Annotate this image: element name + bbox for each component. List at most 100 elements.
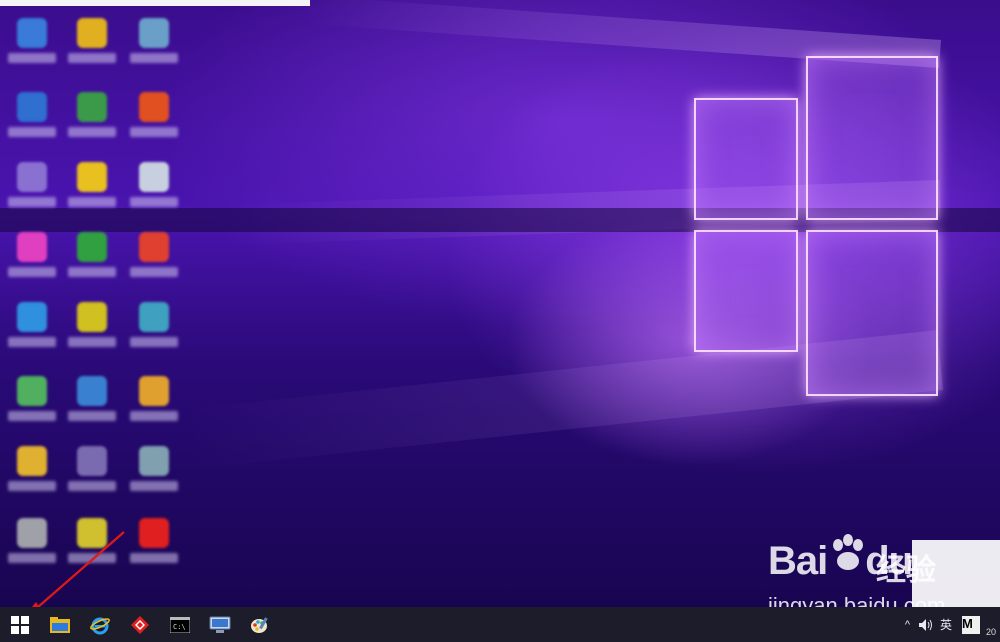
windows-start-icon [11, 615, 29, 634]
desktop-icon-9-label [130, 197, 178, 207]
desktop-icon-22-label [8, 553, 56, 563]
desktop-icon-10-glyph [17, 232, 47, 262]
system-tray: ^ 英 M 20 [905, 607, 1000, 642]
desktop-icon-3[interactable] [126, 14, 182, 80]
desktop-icon-20[interactable] [64, 442, 120, 508]
desktop-icon-1-glyph [17, 18, 47, 48]
paint-icon [251, 616, 268, 633]
desktop-icon-15-label [130, 337, 178, 347]
desktop-icon-15[interactable] [126, 298, 182, 364]
window-pane-bottom-right [806, 230, 938, 396]
desktop-icon-19-glyph [17, 446, 47, 476]
internet-explorer-button[interactable] [80, 607, 120, 642]
desktop-icon-14[interactable] [64, 298, 120, 364]
desktop-icon-18[interactable] [126, 372, 182, 438]
desktop-icon-7[interactable] [4, 158, 60, 224]
desktop-icon-18-label [130, 411, 178, 421]
desktop-icon-17-label [68, 411, 116, 421]
window-pane-bottom-left [694, 230, 798, 352]
desktop [0, 0, 1000, 607]
file-explorer-icon [50, 616, 70, 633]
desktop-icon-4-glyph [17, 92, 47, 122]
desktop-icon-4-label [8, 127, 56, 137]
desktop-icon-2[interactable] [64, 14, 120, 80]
desktop-icon-23-glyph [77, 518, 107, 548]
window-pane-top-right [806, 56, 938, 220]
desktop-icon-1[interactable] [4, 14, 60, 80]
desktop-icon-7-glyph [17, 162, 47, 192]
desktop-icon-9-glyph [139, 162, 169, 192]
desktop-icon-20-label [68, 481, 116, 491]
internet-explorer-icon [90, 617, 110, 634]
desktop-icon-23[interactable] [64, 514, 120, 580]
clock[interactable]: 20 [986, 627, 1000, 637]
desktop-icon-13[interactable] [4, 298, 60, 364]
paw-icon [833, 534, 863, 570]
desktop-icon-22[interactable] [4, 514, 60, 580]
desktop-icon-8[interactable] [64, 158, 120, 224]
desktop-icon-24-label [130, 553, 178, 563]
desktop-icon-12[interactable] [126, 228, 182, 294]
red-app-button[interactable] [120, 607, 160, 642]
desktop-icon-11-glyph [77, 232, 107, 262]
desktop-icon-20-glyph [77, 446, 107, 476]
desktop-icon-3-label [130, 53, 178, 63]
desktop-icon-14-glyph [77, 302, 107, 332]
desktop-icon-11-label [68, 267, 116, 277]
desktop-icon-21-glyph [139, 446, 169, 476]
desktop-icon-13-glyph [17, 302, 47, 332]
watermark-sub: 经验 [876, 554, 936, 587]
desktop-icon-6[interactable] [126, 88, 182, 154]
desktop-icon-14-label [68, 337, 116, 347]
desktop-icon-3-glyph [139, 18, 169, 48]
desktop-icon-5-glyph [77, 92, 107, 122]
window-pane-top-left [694, 98, 798, 220]
desktop-icon-16[interactable] [4, 372, 60, 438]
desktop-icon-11[interactable] [64, 228, 120, 294]
start-button[interactable] [0, 607, 40, 642]
input-method-indicator[interactable]: 英 [940, 616, 952, 633]
volume-icon[interactable] [918, 618, 934, 632]
desktop-icon-21[interactable] [126, 442, 182, 508]
command-prompt-button[interactable]: C:\ [160, 607, 200, 642]
desktop-icon-4[interactable] [4, 88, 60, 154]
desktop-icon-10[interactable] [4, 228, 60, 294]
desktop-icon-grid [0, 0, 200, 590]
desktop-icon-18-glyph [139, 376, 169, 406]
desktop-icon-6-label [130, 127, 178, 137]
desktop-icon-21-label [130, 481, 178, 491]
desktop-icon-10-label [8, 267, 56, 277]
desktop-icon-9[interactable] [126, 158, 182, 224]
desktop-icon-15-glyph [139, 302, 169, 332]
desktop-icon-6-glyph [139, 92, 169, 122]
desktop-icon-19[interactable] [4, 442, 60, 508]
taskbar: C:\ ^ 英 M 20 [0, 607, 1000, 642]
desktop-icon-16-glyph [17, 376, 47, 406]
network-icon [209, 616, 231, 633]
svg-text:C:\: C:\ [173, 623, 186, 631]
desktop-icon-8-label [68, 197, 116, 207]
network-button[interactable] [200, 607, 240, 642]
desktop-icon-19-label [8, 481, 56, 491]
file-explorer-button[interactable] [40, 607, 80, 642]
desktop-icon-2-label [68, 53, 116, 63]
desktop-icon-7-label [8, 197, 56, 207]
desktop-icon-17-glyph [77, 376, 107, 406]
desktop-icon-1-label [8, 53, 56, 63]
desktop-icon-2-glyph [77, 18, 107, 48]
desktop-icon-8-glyph [77, 162, 107, 192]
desktop-icon-23-label [68, 553, 116, 563]
desktop-icon-12-glyph [139, 232, 169, 262]
show-hidden-icons-button[interactable]: ^ [905, 619, 910, 631]
desktop-icon-24[interactable] [126, 514, 182, 580]
command-prompt-icon: C:\ [170, 616, 190, 633]
m-app-tray-icon[interactable]: M [962, 615, 980, 634]
desktop-icon-13-label [8, 337, 56, 347]
desktop-icon-17[interactable] [64, 372, 120, 438]
app-red-icon [131, 615, 149, 634]
desktop-icon-5[interactable] [64, 88, 120, 154]
paint-button[interactable] [240, 607, 280, 642]
desktop-icon-16-label [8, 411, 56, 421]
desktop-icon-24-glyph [139, 518, 169, 548]
desktop-icon-12-label [130, 267, 178, 277]
